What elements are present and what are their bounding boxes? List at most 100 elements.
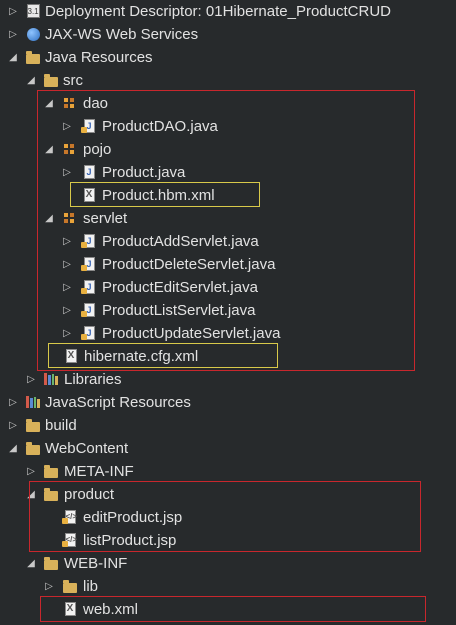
tree-row-libraries[interactable]: ▷ Libraries [0, 368, 456, 391]
folder-icon [25, 440, 41, 456]
chevron-down-icon[interactable]: ◢ [7, 50, 19, 65]
jsp-file-icon: </> [61, 509, 78, 525]
libraries-icon [25, 394, 41, 410]
folder-icon [43, 555, 59, 571]
tree-label-productdao: ProductDAO.java [102, 118, 218, 135]
deployment-descriptor-icon: 3.1 [25, 3, 41, 19]
xml-file-icon: X [81, 187, 97, 203]
tree-row-dao[interactable]: ◢ dao [0, 92, 456, 115]
chevron-right-icon[interactable]: ▷ [61, 257, 73, 272]
tree-label-lib: lib [83, 578, 99, 595]
source-folder-icon [43, 72, 59, 88]
folder-icon [43, 463, 59, 479]
chevron-right-icon[interactable]: ▷ [7, 4, 19, 19]
tree-row-deployment-descriptor[interactable]: ▷ 3.1 Deployment Descriptor: 01Hibernate… [0, 0, 456, 23]
package-icon [61, 95, 77, 111]
tree-label-product-folder: product [64, 486, 115, 503]
chevron-down-icon[interactable]: ◢ [43, 211, 55, 226]
chevron-right-icon[interactable]: ▷ [43, 579, 55, 594]
java-file-icon: J [80, 118, 97, 134]
tree-row-product-hbm[interactable]: X Product.hbm.xml [0, 184, 456, 207]
tree-label-servlet-file: ProductUpdateServlet.java [102, 325, 281, 342]
folder-icon [62, 578, 78, 594]
tree-row-web-inf[interactable]: ◢ WEB-INF [0, 552, 456, 575]
chevron-down-icon[interactable]: ◢ [43, 142, 55, 157]
tree-label-web-xml: web.xml [83, 601, 139, 618]
chevron-right-icon[interactable]: ▷ [25, 464, 37, 479]
tree-label-list-jsp: listProduct.jsp [83, 532, 177, 549]
tree-row-javascript-resources[interactable]: ▷ JavaScript Resources [0, 391, 456, 414]
java-file-icon: J [80, 302, 97, 318]
tree-row-pojo[interactable]: ◢ pojo [0, 138, 456, 161]
chevron-right-icon[interactable]: ▷ [25, 372, 37, 387]
tree-row-java-resources[interactable]: ◢ Java Resources [0, 46, 456, 69]
tree-row-servlet-file[interactable]: ▷ J ProductAddServlet.java [0, 230, 456, 253]
tree-label-java-resources: Java Resources [45, 49, 153, 66]
tree-label-edit-jsp: editProduct.jsp [83, 509, 183, 526]
folder-icon [25, 417, 41, 433]
chevron-down-icon[interactable]: ◢ [43, 96, 55, 111]
chevron-right-icon[interactable]: ▷ [61, 165, 73, 180]
chevron-right-icon[interactable]: ▷ [61, 280, 73, 295]
libraries-icon [43, 371, 59, 387]
tree-label-servlet-file: ProductDeleteServlet.java [102, 256, 276, 273]
java-file-icon: J [80, 233, 97, 249]
tree-label-servlet-file: ProductAddServlet.java [102, 233, 259, 250]
tree-label-pojo: pojo [83, 141, 112, 158]
tree-label-build: build [45, 417, 77, 434]
web-services-icon [25, 26, 41, 42]
chevron-right-icon[interactable]: ▷ [7, 27, 19, 42]
tree-label-web-inf: WEB-INF [64, 555, 128, 572]
tree-row-product-java[interactable]: ▷ J Product.java [0, 161, 456, 184]
tree-row-jaxws[interactable]: ▷ JAX-WS Web Services [0, 23, 456, 46]
java-file-icon: J [81, 164, 97, 180]
tree-row-lib[interactable]: ▷ lib [0, 575, 456, 598]
tree-label-servlet: servlet [83, 210, 128, 227]
tree-label-meta-inf: META-INF [64, 463, 134, 480]
chevron-down-icon[interactable]: ◢ [25, 487, 37, 502]
tree-label-javascript-resources: JavaScript Resources [45, 394, 191, 411]
chevron-right-icon[interactable]: ▷ [7, 395, 19, 410]
tree-row-productdao[interactable]: ▷ J ProductDAO.java [0, 115, 456, 138]
tree-row-servlet-file[interactable]: ▷ J ProductEditServlet.java [0, 276, 456, 299]
tree-row-servlet-file[interactable]: ▷ J ProductUpdateServlet.java [0, 322, 456, 345]
tree-row-servlet-file[interactable]: ▷ J ProductListServlet.java [0, 299, 456, 322]
xml-file-icon: X [62, 601, 78, 617]
chevron-down-icon[interactable]: ◢ [7, 441, 19, 456]
tree-row-product-folder[interactable]: ◢ product [0, 483, 456, 506]
tree-label-deployment-descriptor: Deployment Descriptor: 01Hibernate_Produ… [45, 3, 391, 20]
chevron-down-icon[interactable]: ◢ [25, 73, 37, 88]
tree-row-web-xml[interactable]: X web.xml [0, 598, 456, 621]
tree-label-product-java: Product.java [102, 164, 186, 181]
xml-file-icon: X [63, 348, 79, 364]
package-icon [61, 210, 77, 226]
chevron-right-icon[interactable]: ▷ [61, 326, 73, 341]
tree-row-webcontent[interactable]: ◢ WebContent [0, 437, 456, 460]
tree-row-hibernate-cfg[interactable]: X hibernate.cfg.xml [0, 345, 456, 368]
jsp-file-icon: </> [61, 532, 78, 548]
tree-label-servlet-file: ProductListServlet.java [102, 302, 256, 319]
tree-label-product-hbm: Product.hbm.xml [102, 187, 215, 204]
chevron-right-icon[interactable]: ▷ [61, 234, 73, 249]
tree-label-dao: dao [83, 95, 109, 112]
chevron-right-icon[interactable]: ▷ [61, 303, 73, 318]
tree-row-edit-jsp[interactable]: </> editProduct.jsp [0, 506, 456, 529]
tree-row-src[interactable]: ◢ src [0, 69, 456, 92]
tree-label-libraries: Libraries [64, 371, 122, 388]
java-file-icon: J [80, 325, 97, 341]
java-file-icon: J [80, 279, 97, 295]
tree-label-jaxws: JAX-WS Web Services [45, 26, 199, 43]
tree-row-list-jsp[interactable]: </> listProduct.jsp [0, 529, 456, 552]
tree-label-hibernate-cfg: hibernate.cfg.xml [84, 348, 199, 365]
java-resources-icon [25, 49, 41, 65]
folder-icon [43, 486, 59, 502]
chevron-down-icon[interactable]: ◢ [25, 556, 37, 571]
tree-row-servlet[interactable]: ◢ servlet [0, 207, 456, 230]
chevron-right-icon[interactable]: ▷ [61, 119, 73, 134]
tree-row-servlet-file[interactable]: ▷ J ProductDeleteServlet.java [0, 253, 456, 276]
chevron-right-icon[interactable]: ▷ [7, 418, 19, 433]
tree-row-meta-inf[interactable]: ▷ META-INF [0, 460, 456, 483]
tree-label-src: src [63, 72, 83, 89]
tree-row-build[interactable]: ▷ build [0, 414, 456, 437]
tree-label-webcontent: WebContent [45, 440, 129, 457]
